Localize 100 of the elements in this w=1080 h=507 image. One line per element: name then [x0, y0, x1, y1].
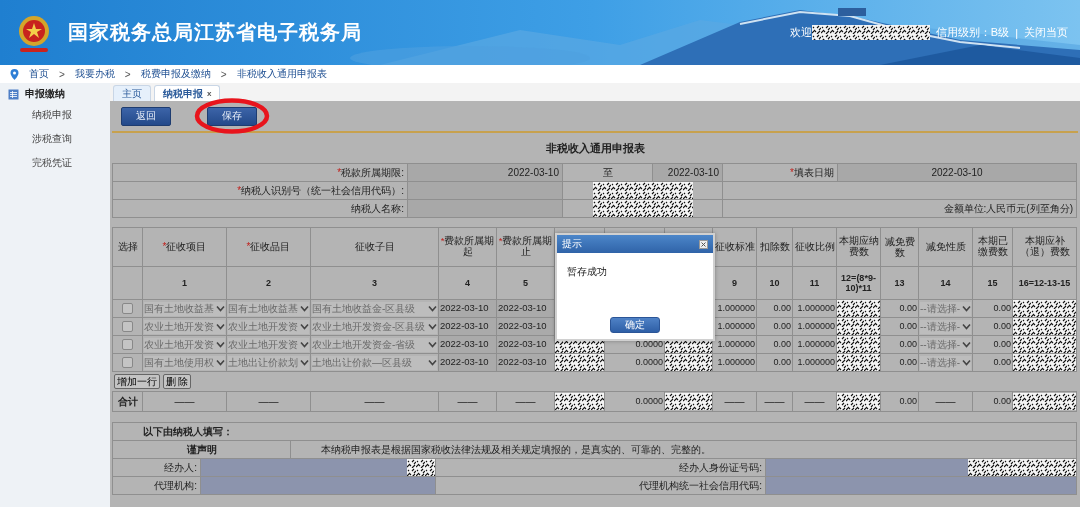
breadcrumb-link[interactable]: 我要办税	[74, 67, 115, 81]
field-label: 经办人:	[112, 458, 201, 477]
section-heading: 以下由纳税人填写：	[112, 422, 1077, 441]
total-label: 合计	[112, 391, 143, 412]
table-cell: 0.00	[880, 335, 919, 354]
table-cell: ——	[756, 391, 793, 412]
column-number: 13	[880, 266, 919, 300]
column-number: 3	[310, 266, 439, 300]
chevron-down-icon	[216, 305, 225, 312]
input-field[interactable]	[766, 459, 1076, 476]
column-number: 1	[142, 266, 227, 300]
column-number: 4	[438, 266, 497, 300]
dropdown[interactable]: 农业土地开发资	[144, 319, 225, 334]
dropdown[interactable]: --请选择-	[920, 319, 971, 334]
chevron-down-icon	[300, 341, 309, 348]
input-field[interactable]	[201, 459, 435, 476]
dropdown[interactable]: 农业土地开发资	[228, 319, 309, 334]
column-header: 征收子目	[310, 227, 439, 267]
table-cell: ——	[712, 391, 757, 412]
close-page-link[interactable]: 关闭当页	[1024, 25, 1068, 40]
location-pin-icon	[10, 68, 19, 80]
redaction-mask	[1013, 354, 1076, 371]
breadcrumb-separator: >	[124, 68, 131, 80]
dropdown[interactable]: 国有土地收益金-区县级	[312, 301, 437, 316]
sidebar-item[interactable]: 纳税申报	[0, 103, 110, 127]
table-cell: 0.00	[756, 299, 793, 318]
redaction-mask	[555, 354, 604, 371]
redaction-mask	[837, 318, 880, 335]
toolbar-button[interactable]: 返回	[121, 106, 171, 126]
column-number: 5	[496, 266, 555, 300]
column-number: 2	[226, 266, 311, 300]
table-cell: 0.00	[972, 299, 1013, 318]
dropdown[interactable]: 土地出让价款划	[228, 355, 309, 370]
input-field[interactable]	[201, 477, 435, 494]
sidebar-item[interactable]: 完税凭证	[0, 151, 110, 175]
column-header: 本期应补（退）费数	[1012, 227, 1077, 267]
chevron-down-icon	[300, 323, 309, 330]
tab[interactable]: 纳税申报 x	[154, 85, 221, 101]
form-title: 非税收入通用申报表	[544, 141, 646, 156]
chevron-down-icon	[300, 359, 309, 366]
tab[interactable]: 主页	[113, 85, 151, 101]
checkbox[interactable]	[122, 357, 133, 368]
dropdown[interactable]: 农业土地开发资金-区县级	[312, 319, 437, 334]
column-header: 扣除数	[756, 227, 793, 267]
column-number: 16=12-13-15	[1012, 266, 1077, 300]
input-field[interactable]	[766, 477, 1076, 494]
redaction-mask	[555, 393, 604, 410]
checkbox[interactable]	[122, 321, 133, 332]
dropdown[interactable]: 农业土地开发资金-省级	[312, 337, 437, 352]
dropdown[interactable]: 土地出让价款—区县级	[312, 355, 437, 370]
checkbox[interactable]	[122, 339, 133, 350]
column-number: 14	[918, 266, 973, 300]
breadcrumb-link[interactable]: 首页	[29, 67, 49, 81]
redaction-mask	[665, 354, 712, 371]
redaction-mask	[837, 336, 880, 353]
breadcrumb-link[interactable]: 非税收入通用申报表	[236, 67, 327, 81]
checkbox[interactable]	[122, 303, 133, 314]
dropdown[interactable]: --请选择-	[920, 301, 971, 316]
field-value: 2022-03-10	[407, 163, 563, 182]
column-header: 减免费数	[880, 227, 919, 267]
grid-icon	[8, 88, 19, 100]
chevron-down-icon	[962, 359, 971, 366]
column-header: 本期应纳费数	[836, 227, 881, 267]
table-cell: 0.0000	[604, 353, 665, 372]
breadcrumb-link[interactable]: 税费申报及缴纳	[140, 67, 211, 81]
confirm-button[interactable]: 确定	[610, 317, 660, 333]
column-header: *费款所属期止	[496, 227, 555, 267]
table-cell: ——	[310, 391, 439, 412]
table-cell: 0.00	[756, 353, 793, 372]
declaration-text: 本纳税申报表是根据国家税收法律法规及相关规定填报的，是真实的、可靠的、完整的。	[290, 440, 1077, 459]
table-cell: 0.00	[972, 353, 1013, 372]
chevron-down-icon	[300, 305, 309, 312]
dropdown[interactable]: 农业土地开发资	[228, 337, 309, 352]
dropdown[interactable]: --请选择-	[920, 337, 971, 352]
field-label: 经办人身份证号码:	[435, 458, 766, 477]
toolbar-button[interactable]: 保存	[207, 106, 257, 126]
dialog-title: 提示	[562, 237, 582, 251]
chevron-down-icon	[216, 359, 225, 366]
row-action-button[interactable]: 增加一行	[113, 374, 160, 389]
chevron-down-icon	[216, 341, 225, 348]
column-number: 10	[756, 266, 793, 300]
table-cell: ——	[142, 391, 227, 412]
table-cell: 0.00	[756, 335, 793, 354]
sidebar-item[interactable]: 涉税查询	[0, 127, 110, 151]
welcome-text: 欢迎	[789, 25, 812, 40]
site-title: 国家税务总局江苏省电子税务局	[68, 20, 362, 45]
close-icon[interactable]	[699, 239, 708, 249]
table-cell: ——	[918, 391, 973, 412]
column-header: *征收项目	[142, 227, 227, 267]
chevron-down-icon	[428, 359, 437, 366]
dropdown[interactable]: 国有土地收益基	[144, 301, 225, 316]
dropdown[interactable]: 国有土地使用权	[144, 355, 225, 370]
row-action-button[interactable]: 删 除	[162, 374, 192, 389]
redaction-mask	[837, 300, 880, 317]
dialog-message: 暂存成功	[567, 266, 607, 277]
close-icon[interactable]: x	[207, 89, 212, 98]
dropdown[interactable]: 农业土地开发资	[144, 337, 225, 352]
table-cell: 0.00	[880, 391, 919, 412]
dropdown[interactable]: 国有土地收益基	[228, 301, 309, 316]
dropdown[interactable]: --请选择-	[920, 355, 971, 370]
